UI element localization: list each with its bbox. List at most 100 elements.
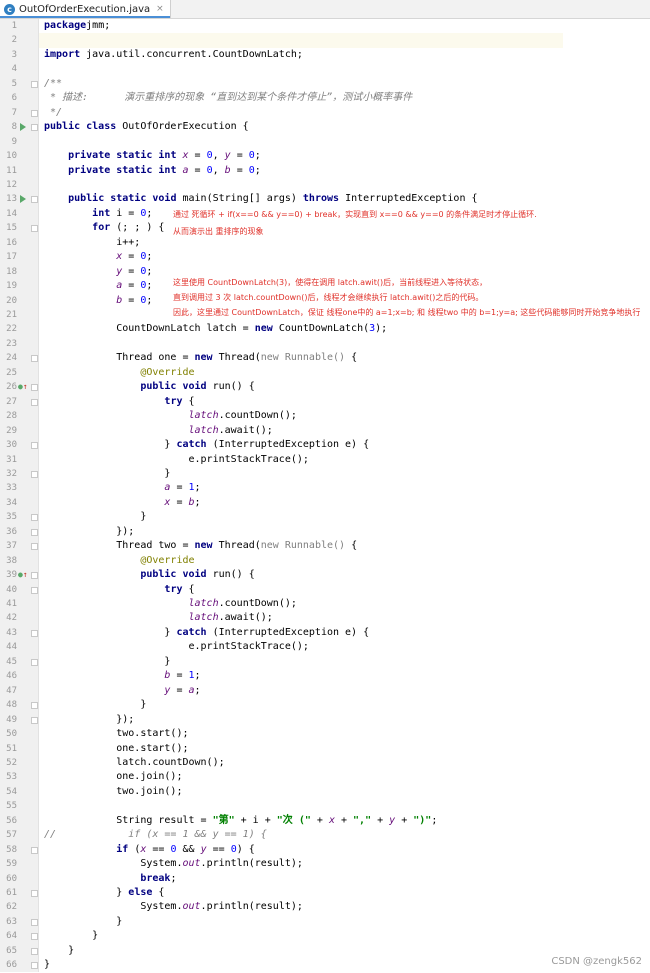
line-number: 42 <box>6 613 17 624</box>
code-token: } <box>44 467 171 479</box>
fold-marker-icon[interactable] <box>31 846 38 854</box>
code-token: } <box>44 511 147 523</box>
code-token: ")" <box>413 814 432 826</box>
code-token: // if (x == 1 && y == 1) { <box>44 829 267 841</box>
code-token: new <box>194 352 219 364</box>
code-token: = <box>122 251 141 263</box>
line-number: 21 <box>6 310 17 320</box>
code-token: , <box>212 164 225 176</box>
run-gutter-icon[interactable] <box>20 195 26 204</box>
code-token: i = <box>116 207 141 219</box>
fold-marker-icon[interactable] <box>31 442 38 450</box>
code-line: /** <box>44 77 62 91</box>
fold-marker-icon[interactable] <box>31 918 38 926</box>
fold-marker-icon[interactable] <box>31 629 38 637</box>
override-gutter-icon[interactable]: ●↑ <box>18 380 28 394</box>
code-token: { <box>188 583 195 595</box>
code-token: = <box>170 670 189 682</box>
fold-marker-icon[interactable] <box>31 514 38 522</box>
fold-marker-icon[interactable] <box>31 716 38 724</box>
fold-marker-icon[interactable] <box>31 196 38 204</box>
code-token: try <box>164 583 189 595</box>
line-number: 33 <box>6 483 17 494</box>
code-editor[interactable]: packagejmm; import java.util.concurrent.C… <box>39 19 650 972</box>
code-line: public class OutOfOrderExecution { <box>44 120 249 134</box>
line-number: 28 <box>6 411 17 422</box>
line-number: 18 <box>6 266 17 277</box>
code-token: } <box>44 626 177 638</box>
code-token: CountDownLatch( <box>278 323 370 335</box>
code-token: (InterruptedException e) { <box>212 439 370 451</box>
code-token: + <box>371 814 390 826</box>
code-token: } <box>44 930 99 942</box>
fold-marker-icon[interactable] <box>31 702 38 710</box>
line-number: 47 <box>6 685 17 696</box>
watermark: CSDN @zengk562 <box>551 956 642 967</box>
code-token: catch <box>176 439 213 451</box>
code-line: Thread one = new Thread(new Runnable() { <box>44 351 357 365</box>
fold-marker-icon[interactable] <box>31 962 38 970</box>
code-line: String result = "第" + i + "次 (" + x + ",… <box>44 814 437 828</box>
code-token: ; <box>194 670 201 682</box>
line-number: 1 <box>11 21 17 31</box>
code-token: i++; <box>44 236 141 248</box>
fold-marker-icon[interactable] <box>31 528 38 536</box>
fold-marker-icon[interactable] <box>31 658 38 666</box>
code-line: // if (x == 1 && y == 1) { <box>44 828 267 842</box>
code-line: latch.await(); <box>44 424 273 438</box>
fold-marker-icon[interactable] <box>31 470 38 478</box>
fold-marker-icon[interactable] <box>31 947 38 955</box>
line-number: 61 <box>6 888 17 898</box>
line-number: 15 <box>6 223 17 234</box>
code-token: .await(); <box>218 612 273 624</box>
code-token: public void <box>140 381 213 393</box>
close-tab-icon[interactable]: × <box>156 4 164 14</box>
line-number: 43 <box>6 627 17 638</box>
fold-marker-icon[interactable] <box>31 572 38 580</box>
code-token: Thread( <box>218 540 261 552</box>
code-line: } catch (InterruptedException e) { <box>44 626 369 640</box>
code-token: } <box>44 959 51 971</box>
line-number: 58 <box>6 844 17 855</box>
line-number: 57 <box>6 830 17 841</box>
line-number: 65 <box>6 945 17 956</box>
code-line: y = a; <box>44 684 200 698</box>
code-line: break; <box>44 872 176 886</box>
code-line: two.start(); <box>44 727 188 741</box>
override-gutter-icon[interactable]: ●↑ <box>18 568 28 582</box>
run-gutter-icon[interactable] <box>20 123 26 132</box>
code-token: break <box>140 872 171 884</box>
code-token: throws <box>302 193 346 205</box>
line-number: 44 <box>6 642 17 653</box>
fold-marker-icon[interactable] <box>31 586 38 594</box>
code-line: a = 1; <box>44 481 200 495</box>
code-line: */ <box>44 106 62 120</box>
line-number: 51 <box>6 743 17 754</box>
fold-marker-icon[interactable] <box>31 384 38 392</box>
code-line: latch.countDown(); <box>44 756 225 770</box>
fold-marker-icon[interactable] <box>31 890 38 897</box>
file-tab[interactable]: c OutOfOrderExecution.java × <box>0 0 171 18</box>
code-line: latch.await(); <box>44 611 273 625</box>
fold-marker-icon[interactable] <box>31 355 38 363</box>
fold-marker-icon[interactable] <box>31 124 38 132</box>
fold-marker-icon[interactable] <box>31 933 38 941</box>
fold-marker-icon[interactable] <box>31 543 38 551</box>
fold-marker-icon[interactable] <box>31 398 38 406</box>
code-token: } <box>44 887 129 898</box>
code-line: for (; ; ) { <box>44 221 164 235</box>
fold-marker-icon[interactable] <box>31 80 38 88</box>
fold-marker-icon[interactable] <box>31 225 38 233</box>
code-line: try { <box>44 583 195 597</box>
fold-marker-icon[interactable] <box>31 109 38 117</box>
line-number: 16 <box>6 237 17 248</box>
line-number: 9 <box>11 136 17 147</box>
code-token: latch.countDown(); <box>44 756 225 768</box>
line-number: 34 <box>6 497 17 508</box>
